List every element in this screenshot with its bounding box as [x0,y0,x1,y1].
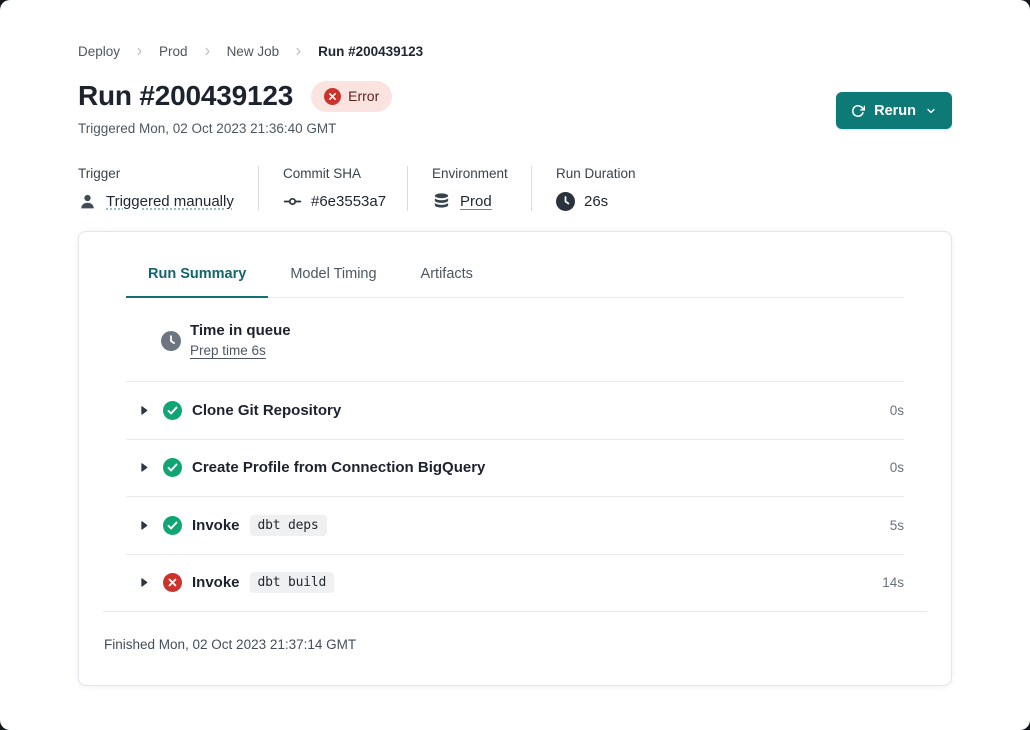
queue-title: Time in queue [190,322,291,339]
caret-right-icon[interactable] [137,461,150,474]
tab-model-timing[interactable]: Model Timing [268,266,398,297]
success-icon [163,458,182,477]
step-list: Time in queue Prep time 6s Clone Git Rep… [126,298,904,611]
step-row-create-profile[interactable]: Create Profile from Connection BigQuery … [126,440,904,498]
step-label: Clone Git Repository [192,402,341,419]
page-title: Run #200439123 [78,80,293,112]
chevron-right-icon [202,46,213,57]
step-row-dbt-build[interactable]: Invoke dbt build 14s [126,555,904,612]
database-icon [432,192,451,211]
rerun-button[interactable]: Rerun [836,92,952,129]
step-duration: 14s [882,575,904,590]
rerun-button-label: Rerun [874,103,916,119]
commit-sha-value: #6e3553a7 [311,193,386,210]
step-duration: 0s [890,403,904,418]
tab-run-summary[interactable]: Run Summary [126,266,268,298]
environment-link[interactable]: Prod [460,193,492,210]
trigger-value[interactable]: Triggered manually [106,193,234,210]
meta-commit-label: Commit SHA [283,166,383,181]
caret-right-icon[interactable] [137,576,150,589]
breadcrumb-deploy[interactable]: Deploy [78,44,120,59]
queue-row: Time in queue Prep time 6s [126,298,904,382]
step-duration: 0s [890,460,904,475]
clock-icon [161,331,181,351]
success-icon [163,401,182,420]
breadcrumb-prod[interactable]: Prod [159,44,188,59]
refresh-icon [851,104,865,118]
clock-icon [556,192,575,211]
breadcrumb-new-job[interactable]: New Job [227,44,280,59]
meta-commit-sha: Commit SHA #6e3553a7 [258,166,407,211]
chevron-right-icon [293,46,304,57]
meta-run-duration: Run Duration 26s [531,166,660,211]
command-chip: dbt deps [250,515,327,536]
meta-environment-label: Environment [432,166,507,181]
person-icon [78,192,97,211]
step-label: Invoke [192,574,240,591]
chevron-right-icon [134,46,145,57]
caret-right-icon[interactable] [137,404,150,417]
error-circle-icon [324,88,341,105]
commit-icon [283,192,302,211]
tab-artifacts[interactable]: Artifacts [399,266,495,297]
breadcrumb-run-id: Run #200439123 [318,44,423,59]
run-summary-card: Run Summary Model Timing Artifacts Time … [78,231,952,686]
step-row-dbt-deps[interactable]: Invoke dbt deps 5s [126,497,904,555]
error-icon [163,573,182,592]
caret-right-icon[interactable] [137,519,150,532]
run-duration-value: 26s [584,193,608,210]
success-icon [163,516,182,535]
status-badge: Error [311,81,392,112]
prep-time-link[interactable]: Prep time 6s [190,343,291,358]
step-row-clone-git[interactable]: Clone Git Repository 0s [126,382,904,440]
status-badge-label: Error [348,88,379,104]
step-label: Invoke [192,517,240,534]
step-duration: 5s [890,518,904,533]
step-label: Create Profile from Connection BigQuery [192,459,485,476]
meta-duration-label: Run Duration [556,166,636,181]
breadcrumb: Deploy Prod New Job Run #200439123 [0,0,1030,59]
tab-bar: Run Summary Model Timing Artifacts [126,266,904,298]
run-detail-page: Deploy Prod New Job Run #200439123 Run #… [0,0,1030,730]
finished-timestamp: Finished Mon, 02 Oct 2023 21:37:14 GMT [103,611,927,652]
chevron-down-icon [925,105,937,117]
meta-trigger-label: Trigger [78,166,234,181]
meta-trigger: Trigger Triggered manually [78,166,258,211]
command-chip: dbt build [250,572,335,593]
run-meta-strip: Trigger Triggered manually Commit SHA #6… [78,166,952,211]
meta-environment: Environment Prod [407,166,531,211]
